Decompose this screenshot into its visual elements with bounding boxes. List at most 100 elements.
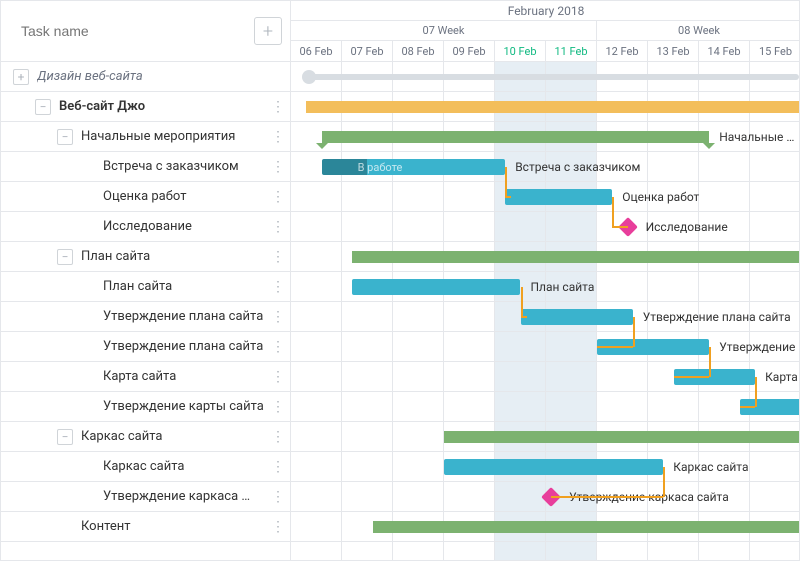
day-label: 11 Feb bbox=[546, 41, 597, 61]
more-icon[interactable]: ⋮ bbox=[270, 129, 286, 145]
group-bar[interactable] bbox=[373, 521, 799, 533]
task-bar[interactable] bbox=[505, 189, 612, 205]
days-row: 06 Feb07 Feb08 Feb09 Feb10 Feb11 Feb12 F… bbox=[291, 41, 800, 61]
bar-label: Начальные … bbox=[713, 129, 794, 145]
task-row[interactable]: Утверждение плана сайта⋮ bbox=[1, 302, 290, 332]
bar-label: Утверждение плана сайта bbox=[637, 309, 791, 325]
group-bar[interactable] bbox=[444, 431, 799, 443]
dependency-link bbox=[612, 197, 614, 227]
group-cap-icon bbox=[316, 143, 328, 149]
gantt-chart[interactable]: Начальные … В работеВстреча с заказчикомО… bbox=[291, 62, 799, 560]
dependency-link bbox=[597, 346, 633, 348]
bar-label: Исследование bbox=[640, 219, 728, 235]
collapse-icon[interactable] bbox=[35, 99, 51, 115]
group-bar[interactable] bbox=[352, 251, 799, 263]
task-row[interactable]: Начальные мероприятия⋮ bbox=[1, 122, 290, 152]
collapse-icon[interactable] bbox=[57, 429, 73, 445]
task-label: Утверждение плана сайта bbox=[103, 339, 270, 354]
task-row[interactable]: План сайта⋮ bbox=[1, 242, 290, 272]
more-icon[interactable]: ⋮ bbox=[270, 219, 286, 235]
task-row[interactable]: Утверждение каркаса …⋮ bbox=[1, 482, 290, 512]
group-bar[interactable] bbox=[322, 131, 710, 143]
day-label: 08 Feb bbox=[393, 41, 444, 61]
task-label: Каркас сайта bbox=[81, 429, 270, 444]
chart-row: Оценка работ bbox=[291, 182, 799, 212]
task-row[interactable]: Контент⋮ bbox=[1, 512, 290, 542]
more-icon[interactable]: ⋮ bbox=[270, 99, 286, 115]
task-label: Оценка работ bbox=[103, 189, 270, 204]
collapse-icon[interactable] bbox=[57, 249, 73, 265]
dependency-link bbox=[551, 496, 663, 498]
more-icon[interactable]: ⋮ bbox=[270, 339, 286, 355]
chart-row bbox=[291, 392, 799, 422]
task-row[interactable]: Веб-сайт Джо⋮ bbox=[1, 92, 290, 122]
task-bar[interactable] bbox=[444, 459, 663, 475]
task-bar[interactable]: В работе bbox=[322, 159, 506, 175]
more-icon[interactable]: ⋮ bbox=[270, 429, 286, 445]
task-row[interactable]: План сайта⋮ bbox=[1, 272, 290, 302]
more-icon[interactable]: ⋮ bbox=[270, 159, 286, 175]
task-label: Исследование bbox=[103, 219, 270, 234]
dependency-link bbox=[674, 376, 710, 378]
chart-row: Карта сайта bbox=[291, 362, 799, 392]
bar-label: Утверждение … bbox=[713, 339, 799, 355]
body: Дизайн веб-сайтаВеб-сайт Джо⋮Начальные м… bbox=[1, 62, 799, 560]
week-label: 08 Week bbox=[597, 21, 800, 40]
day-label: 06 Feb bbox=[291, 41, 342, 61]
task-label: Контент bbox=[81, 519, 270, 534]
expand-icon[interactable] bbox=[13, 69, 29, 85]
day-label: 15 Feb bbox=[750, 41, 800, 61]
month-label: February 2018 bbox=[291, 1, 800, 21]
dependency-link bbox=[633, 317, 635, 347]
more-icon[interactable]: ⋮ bbox=[270, 309, 286, 325]
day-label: 13 Feb bbox=[648, 41, 699, 61]
bar-label: План сайта bbox=[525, 279, 595, 295]
dependency-link bbox=[663, 467, 665, 497]
dependency-link bbox=[709, 347, 711, 377]
bar-label: Каркас сайта bbox=[667, 459, 748, 475]
task-row[interactable]: Встреча с заказчиком⋮ bbox=[1, 152, 290, 182]
more-icon[interactable]: ⋮ bbox=[270, 189, 286, 205]
dependency-link bbox=[505, 196, 511, 198]
task-row[interactable]: Каркас сайта⋮ bbox=[1, 452, 290, 482]
task-row[interactable]: Утверждение плана сайта⋮ bbox=[1, 332, 290, 362]
more-icon[interactable]: ⋮ bbox=[270, 489, 286, 505]
dependency-link bbox=[521, 316, 527, 318]
more-icon[interactable]: ⋮ bbox=[270, 249, 286, 265]
task-label: Карта сайта bbox=[103, 369, 270, 384]
collapse-icon[interactable] bbox=[57, 129, 73, 145]
task-row[interactable]: Дизайн веб-сайта bbox=[1, 62, 290, 92]
more-icon[interactable]: ⋮ bbox=[270, 519, 286, 535]
gantt-app: + February 2018 07 Week08 Week 06 Feb07 … bbox=[0, 0, 800, 561]
summary-knob[interactable] bbox=[302, 70, 316, 84]
more-icon[interactable]: ⋮ bbox=[270, 399, 286, 415]
dependency-link bbox=[521, 287, 523, 317]
task-label: Начальные мероприятия bbox=[81, 129, 270, 144]
task-bar[interactable] bbox=[352, 279, 520, 295]
day-label: 12 Feb bbox=[597, 41, 648, 61]
summary-track bbox=[306, 74, 799, 80]
dependency-link bbox=[612, 226, 627, 228]
day-label: 07 Feb bbox=[342, 41, 393, 61]
task-label: Утверждение каркаса … bbox=[103, 489, 270, 504]
task-row[interactable]: Утверждение карты сайта⋮ bbox=[1, 392, 290, 422]
more-icon[interactable]: ⋮ bbox=[270, 459, 286, 475]
header-left: + bbox=[1, 1, 291, 61]
header: + February 2018 07 Week08 Week 06 Feb07 … bbox=[1, 1, 799, 62]
task-name-input[interactable] bbox=[19, 22, 254, 40]
task-label: Встреча с заказчиком bbox=[103, 159, 270, 174]
task-label: Веб-сайт Джо bbox=[59, 99, 270, 114]
task-row[interactable]: Исследование⋮ bbox=[1, 212, 290, 242]
dependency-link bbox=[755, 377, 757, 407]
task-bar[interactable] bbox=[521, 309, 633, 325]
more-icon[interactable]: ⋮ bbox=[270, 279, 286, 295]
more-icon[interactable]: ⋮ bbox=[270, 369, 286, 385]
task-row[interactable]: Карта сайта⋮ bbox=[1, 362, 290, 392]
chart-row: В работеВстреча с заказчиком bbox=[291, 152, 799, 182]
chart-row bbox=[291, 92, 799, 122]
group-bar[interactable] bbox=[306, 101, 799, 113]
task-row[interactable]: Оценка работ⋮ bbox=[1, 182, 290, 212]
add-task-button[interactable]: + bbox=[254, 17, 282, 45]
plus-icon: + bbox=[263, 21, 273, 42]
task-row[interactable]: Каркас сайта⋮ bbox=[1, 422, 290, 452]
